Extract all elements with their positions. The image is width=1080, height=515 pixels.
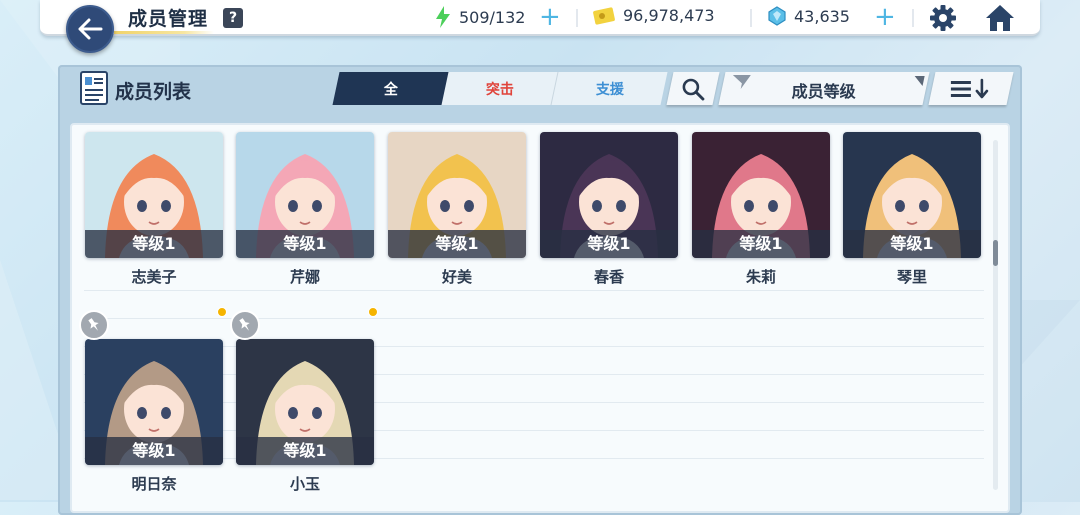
portrait-eye	[616, 200, 626, 212]
member-card[interactable]: 等级1	[692, 132, 830, 258]
panel-title: 成员列表	[115, 81, 192, 103]
back-button[interactable]	[66, 5, 114, 53]
portrait-eye	[312, 200, 322, 212]
tab-label: 全	[384, 81, 398, 98]
lightning-icon	[436, 6, 450, 28]
search-button[interactable]	[666, 72, 720, 105]
member-card[interactable]: 等级1	[236, 132, 374, 258]
new-indicator-dot	[217, 307, 227, 317]
level-badge: 等级1	[843, 230, 981, 258]
member-name: 芹娜	[289, 268, 320, 286]
settings-button[interactable]	[929, 4, 957, 36]
member-name: 明日奈	[131, 475, 177, 493]
divider	[912, 9, 914, 27]
gems-display: 43,635	[768, 6, 850, 26]
credits-display: 96,978,473	[593, 6, 715, 25]
credits-value: 96,978,473	[623, 6, 715, 25]
pin-button[interactable]	[79, 310, 109, 340]
member-card[interactable]: 等级1	[843, 132, 981, 258]
portrait-eye	[592, 200, 602, 212]
portrait-eye	[464, 200, 474, 212]
add-stamina-button[interactable]: +	[539, 4, 561, 30]
member-card[interactable]: 等级1	[388, 132, 526, 258]
member-name: 好美	[441, 268, 472, 286]
level-badge: 等级1	[85, 230, 223, 258]
gem-icon	[768, 6, 786, 26]
gems-value: 43,635	[794, 6, 850, 26]
divider	[750, 9, 752, 27]
sort-select[interactable]: 成员等级	[718, 72, 930, 105]
portrait-eye	[895, 200, 905, 212]
roster-icon	[79, 70, 109, 110]
sort-order-button[interactable]	[928, 72, 1014, 105]
portrait-eye	[744, 200, 754, 212]
tab-striker[interactable]: 突击	[441, 72, 559, 105]
member-name: 志美子	[131, 268, 177, 286]
filter-tabs: 全 突击 支援	[332, 72, 668, 105]
tab-label: 突击	[486, 81, 514, 98]
portrait-eye	[161, 407, 171, 419]
gear-icon	[930, 5, 956, 31]
pin-icon	[239, 318, 250, 331]
pin-icon	[88, 318, 99, 331]
scrollbar-thumb[interactable]	[993, 240, 998, 266]
portrait-eye	[919, 200, 929, 212]
dropdown-corner-icon	[912, 76, 925, 86]
tab-all[interactable]: 全	[332, 72, 450, 105]
member-name: 春香	[593, 268, 624, 286]
portrait-eye	[137, 200, 147, 212]
member-card[interactable]: 等级1	[236, 339, 374, 465]
sort-descending-icon	[951, 78, 989, 98]
member-name: 小玉	[289, 475, 320, 493]
home-icon	[986, 5, 1014, 31]
level-badge: 等级1	[236, 437, 374, 465]
stamina-value: 509/132	[459, 7, 526, 27]
page-title: 成员管理	[128, 8, 209, 30]
help-button[interactable]: ?	[223, 8, 243, 28]
row-rule	[84, 290, 984, 291]
portrait-eye	[312, 407, 322, 419]
level-badge: 等级1	[85, 437, 223, 465]
search-icon	[682, 78, 705, 100]
add-gems-button[interactable]: +	[874, 4, 896, 30]
divider	[576, 9, 578, 27]
level-badge: 等级1	[540, 230, 678, 258]
member-card[interactable]: 等级1	[540, 132, 678, 258]
member-card[interactable]: 等级1	[85, 339, 223, 465]
tab-label: 支援	[595, 81, 624, 98]
portrait-eye	[288, 407, 298, 419]
portrait-eye	[161, 200, 171, 212]
level-badge: 等级1	[388, 230, 526, 258]
sort-label: 成员等级	[791, 82, 856, 101]
level-badge: 等级1	[236, 230, 374, 258]
arrow-left-icon	[78, 18, 103, 40]
portrait-eye	[768, 200, 778, 212]
member-name: 朱莉	[745, 268, 776, 286]
portrait-eye	[288, 200, 298, 212]
tab-special[interactable]: 支援	[550, 72, 668, 105]
new-indicator-dot	[368, 307, 378, 317]
portrait-eye	[440, 200, 450, 212]
portrait-eye	[137, 407, 147, 419]
member-card[interactable]: 等级1	[85, 132, 223, 258]
scrollbar-track[interactable]	[993, 140, 998, 490]
home-button[interactable]	[984, 3, 1016, 37]
row-rule	[84, 318, 984, 319]
stamina-display: 509/132	[435, 6, 525, 28]
level-badge: 等级1	[692, 230, 830, 258]
pin-button[interactable]	[230, 310, 260, 340]
title-underline	[114, 31, 214, 34]
member-name: 琴里	[896, 268, 927, 286]
credit-card-icon	[593, 6, 615, 25]
